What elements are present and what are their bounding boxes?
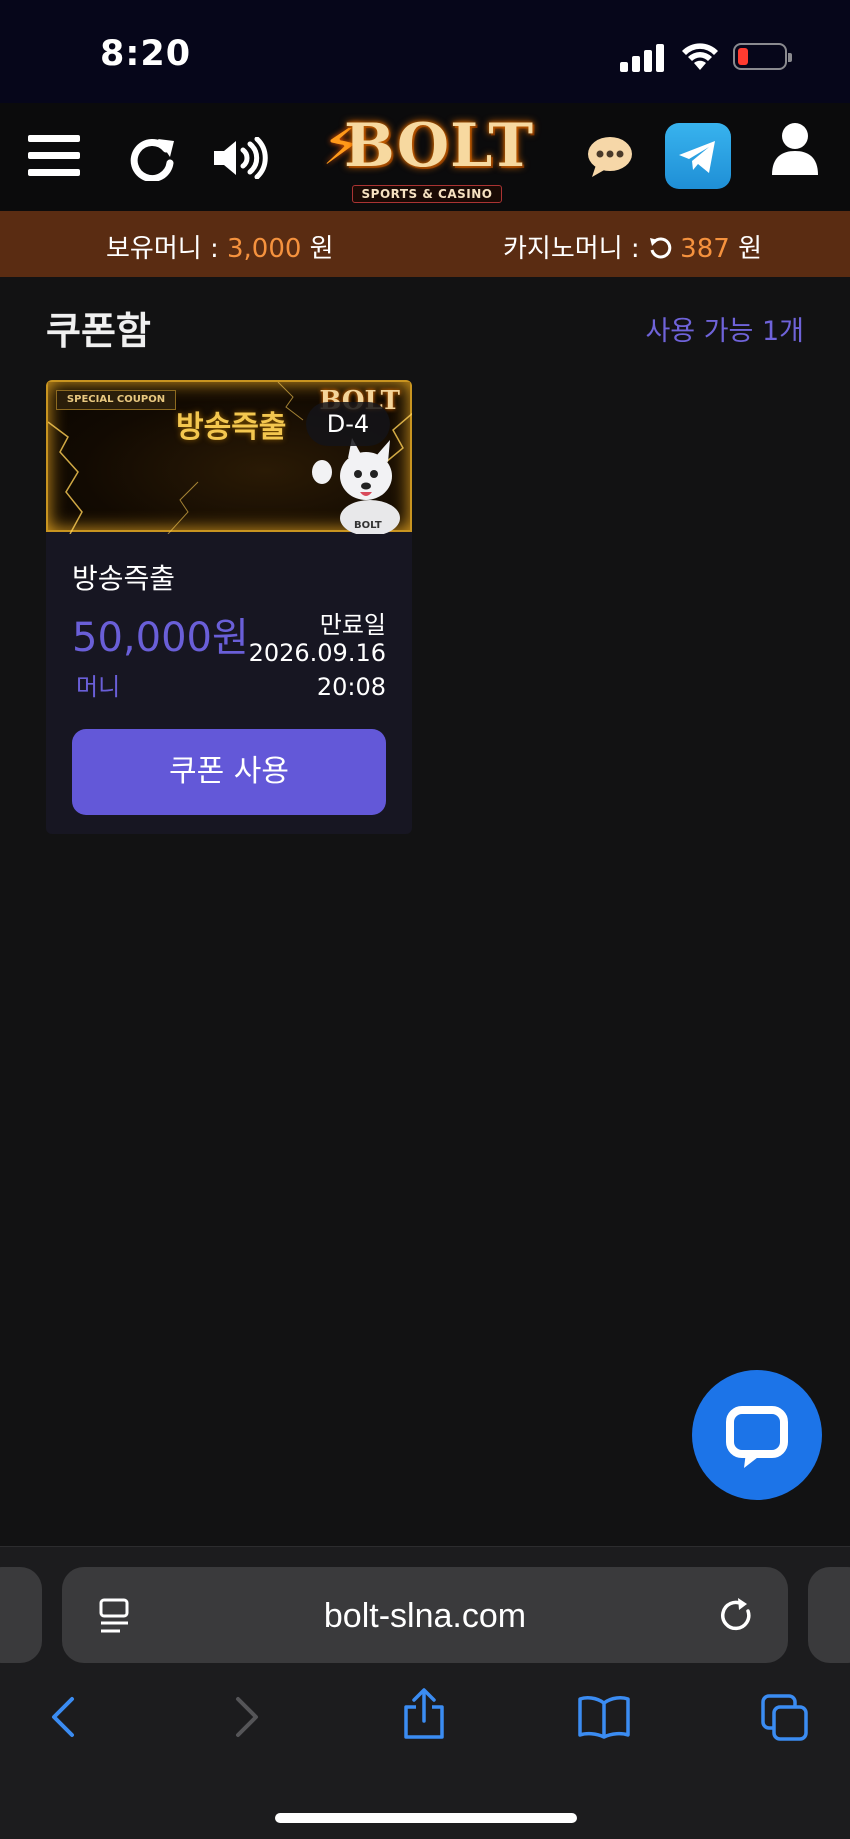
next-tab-preview[interactable] (808, 1567, 850, 1663)
bookmarks-icon[interactable] (576, 1695, 632, 1739)
expiry-label: 만료일 (319, 611, 386, 639)
status-bar: 8:20 (0, 0, 850, 103)
cellular-signal-icon (620, 44, 666, 72)
user-icon[interactable] (770, 121, 820, 177)
casino-balance: 카지노머니 : 387 원 (503, 228, 762, 265)
money-balance: 보유머니 : 3,000 원 (106, 228, 334, 265)
use-coupon-button[interactable]: 쿠폰 사용 (72, 729, 386, 815)
coupon-banner: SPECIAL COUPON 방송즉출 BOLT BOLT D-4 (46, 380, 412, 534)
sound-icon[interactable] (212, 137, 268, 179)
special-coupon-tag: SPECIAL COUPON (56, 390, 176, 410)
coupon-amount: 50,000원 (72, 615, 249, 661)
status-time: 8:20 (100, 34, 192, 74)
casino-unit: 원 (729, 234, 762, 264)
menu-icon[interactable] (28, 133, 80, 179)
expiry-time: 20:08 (316, 673, 386, 701)
balance-bar: 보유머니 : 3,000 원 카지노머니 : 387 원 (0, 211, 850, 277)
tabs-icon[interactable] (760, 1693, 810, 1743)
refresh-balance-icon[interactable] (648, 236, 672, 260)
reload-icon[interactable] (720, 1597, 756, 1635)
share-icon[interactable] (402, 1687, 446, 1741)
home-indicator[interactable] (275, 1813, 577, 1823)
battery-icon (733, 43, 792, 70)
page-title: 쿠폰함 (46, 309, 151, 353)
refresh-icon[interactable] (128, 135, 176, 181)
back-icon[interactable] (48, 1695, 78, 1739)
wifi-icon (682, 43, 718, 70)
money-unit: 원 (301, 234, 334, 264)
url-text: bolt-slna.com (323, 1597, 527, 1635)
d-day-badge: D-4 (306, 402, 390, 446)
chat-icon (726, 1406, 788, 1468)
coupon-card: SPECIAL COUPON 방송즉출 BOLT BOLT D-4 방송즉출 5… (46, 380, 412, 834)
telegram-icon[interactable] (665, 123, 731, 189)
expiry-date: 2026.09.16 (248, 639, 386, 667)
address-bar[interactable]: bolt-slna.com (62, 1567, 788, 1663)
casino-label: 카지노머니 : (503, 234, 648, 264)
banner-title: 방송즉출 (176, 410, 287, 445)
chat-bubble-icon[interactable] (586, 135, 634, 179)
svg-text:BOLT: BOLT (354, 520, 382, 531)
money-value: 3,000 (226, 234, 302, 264)
logo-subtitle: SPORTS & CASINO (352, 185, 502, 203)
browser-toolbar: bolt-slna.com (0, 1546, 850, 1839)
casino-value: 387 (680, 234, 730, 264)
previous-tab-preview[interactable] (0, 1567, 42, 1663)
site-logo[interactable]: ⚡ BOLT SPORTS & CASINO (322, 111, 535, 207)
forward-icon[interactable] (232, 1695, 262, 1739)
site-header: ⚡ BOLT SPORTS & CASINO (0, 103, 850, 211)
logo-text: BOLT (344, 111, 535, 181)
money-label: 보유머니 : (106, 234, 227, 264)
available-count: 사용 가능 1개 (645, 316, 804, 347)
coupon-name: 방송즉출 (72, 562, 176, 595)
live-chat-button[interactable] (692, 1370, 822, 1500)
coupon-type: 머니 (76, 673, 121, 701)
